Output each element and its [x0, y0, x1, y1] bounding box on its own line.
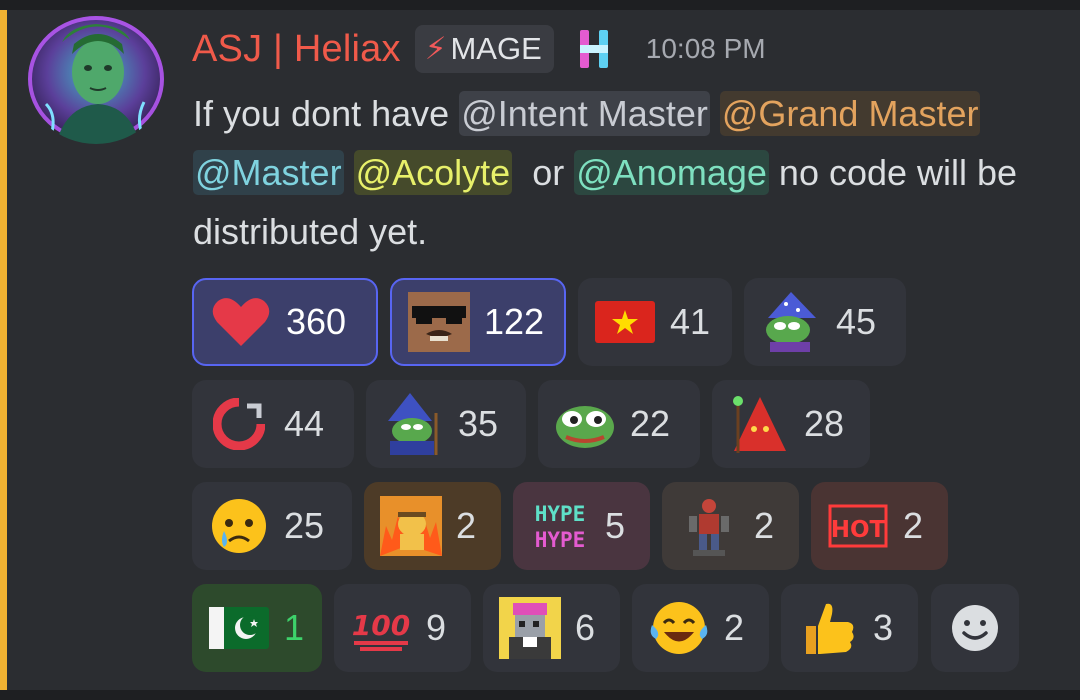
reaction-count: 6: [575, 607, 596, 648]
message-text-part: If you dont have: [193, 93, 460, 134]
mention-grand-master[interactable]: @Grand Master: [719, 91, 981, 136]
thumbs-up-icon: [797, 597, 859, 659]
mention-master[interactable]: @Master: [193, 150, 344, 195]
reaction-count: 28: [804, 403, 845, 444]
reaction-count: 22: [630, 403, 671, 444]
red-heart-icon: [210, 291, 272, 353]
reaction-pixel-character[interactable]: 6: [483, 584, 620, 672]
reaction-crying-face[interactable]: 25: [192, 482, 352, 570]
hot-label: HOT: [831, 517, 886, 543]
author-name[interactable]: ASJ | Heliax: [192, 28, 401, 71]
highlight-accent-bar: [0, 10, 7, 690]
message-text-part: or: [532, 152, 565, 193]
reaction-pepe-wizard[interactable]: 45: [744, 278, 906, 366]
reaction-deal-with-it[interactable]: 122: [390, 278, 566, 366]
reaction-count: 45: [836, 301, 877, 342]
avatar[interactable]: [26, 14, 166, 144]
reaction-count: 5: [605, 505, 626, 546]
pixel-character-icon: [499, 597, 561, 659]
reaction-count: 2: [903, 505, 924, 546]
pepe-face-icon: [554, 393, 616, 455]
hundred-points-icon: 100: [350, 597, 412, 659]
reaction-pepe-wizard-blue[interactable]: 35: [366, 380, 526, 468]
reaction-count: 25: [284, 505, 325, 546]
reaction-red-circle-logo[interactable]: 44: [192, 380, 354, 468]
reaction-count: 1: [284, 607, 305, 648]
reaction-pakistan-flag[interactable]: 1: [192, 584, 322, 672]
hot-text-icon: HOT: [827, 495, 889, 557]
hype-text-icon: HYPE HYPE: [529, 495, 591, 557]
reaction-count: 122: [484, 301, 545, 342]
this-is-fine-dog-icon: [380, 495, 442, 557]
tears-of-joy-icon: [648, 597, 710, 659]
reaction-red-heart[interactable]: 360: [192, 278, 378, 366]
red-mage-icon: [728, 393, 790, 455]
bottom-edge: [0, 690, 1080, 700]
mention-acolyte[interactable]: @Acolyte: [353, 150, 513, 195]
message-header: ASJ | Heliax ⚡ MAGE 10:08 PM: [192, 24, 766, 74]
reaction-thumbs-up[interactable]: 3: [781, 584, 918, 672]
reaction-robot-figure[interactable]: 2: [662, 482, 799, 570]
reaction-count: 9: [426, 607, 447, 648]
reaction-this-is-fine[interactable]: 2: [364, 482, 501, 570]
avatar-portrait-icon: [28, 16, 164, 144]
message-timestamp[interactable]: 10:08 PM: [646, 33, 766, 65]
lightning-bolt-icon: ⚡: [424, 31, 447, 66]
reaction-hundred-points[interactable]: 100 9: [334, 584, 471, 672]
hundred-label: 100: [352, 609, 410, 642]
reaction-hot[interactable]: HOT 2: [811, 482, 948, 570]
reaction-count: 2: [456, 505, 477, 546]
reaction-count: 3: [873, 607, 894, 648]
role-tag-label: MAGE: [450, 31, 542, 66]
message-content: If you dont have @Intent Master @Grand M…: [193, 84, 1063, 261]
reaction-count: 41: [670, 301, 711, 342]
smiley-add-reaction-icon: [952, 605, 998, 651]
reaction-count: 44: [284, 403, 325, 444]
deal-with-it-glasses-icon: [408, 291, 470, 353]
reaction-count: 2: [724, 607, 745, 648]
robot-figure-icon: [678, 495, 740, 557]
hype-label-top: HYPE: [535, 502, 586, 526]
pepe-wizard-blue-icon: [382, 393, 444, 455]
hype-label-bottom: HYPE: [535, 528, 586, 552]
top-edge: [0, 0, 1080, 10]
vietnam-flag-icon: [594, 291, 656, 353]
pakistan-flag-icon: [208, 597, 270, 659]
red-circle-logo-icon: [208, 393, 270, 455]
pepe-wizard-icon: [760, 291, 822, 353]
reaction-count: 360: [286, 301, 347, 342]
add-reaction-button[interactable]: [931, 584, 1019, 672]
reaction-count: 35: [458, 403, 499, 444]
reaction-pepe-face[interactable]: 22: [538, 380, 700, 468]
reaction-red-mage[interactable]: 28: [712, 380, 870, 468]
server-h-logo-icon[interactable]: [576, 27, 612, 71]
role-tag[interactable]: ⚡ MAGE: [414, 25, 554, 73]
reaction-vietnam-flag[interactable]: 41: [578, 278, 732, 366]
crying-face-icon: [208, 495, 270, 557]
reaction-count: 2: [754, 505, 775, 546]
reaction-tears-of-joy[interactable]: 2: [632, 584, 769, 672]
mention-anomage[interactable]: @Anomage: [574, 150, 769, 195]
mention-intent-master[interactable]: @Intent Master: [459, 91, 710, 136]
reaction-hype[interactable]: HYPE HYPE 5: [513, 482, 650, 570]
